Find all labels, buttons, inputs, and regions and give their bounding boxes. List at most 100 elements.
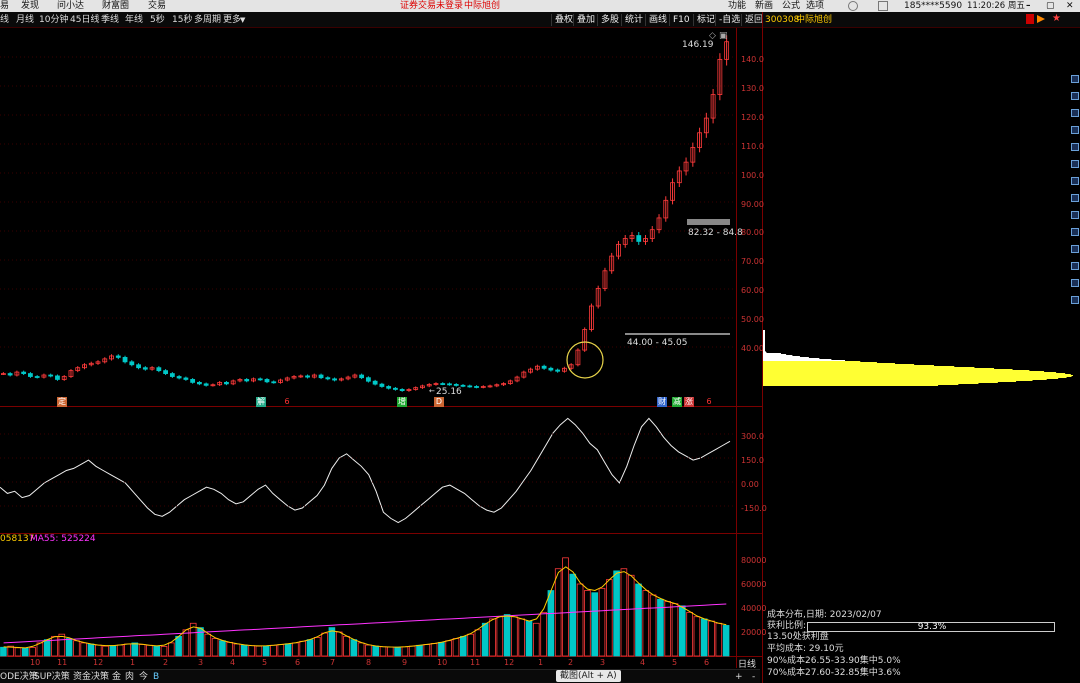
login-notice[interactable]: 证券交易未登录 [400,0,463,12]
bottom-tab[interactable]: SUP决策 [34,671,70,683]
period-tab[interactable]: 45日线 [70,14,99,26]
side-tool-icon[interactable] [1071,109,1079,117]
bottom-tab[interactable]: 资金决策 [73,671,109,683]
minimize-icon[interactable]: – [1026,0,1031,12]
candle-body [203,383,209,386]
volume-bar [270,644,277,657]
menu-item[interactable]: 公式 [782,0,800,12]
bottom-tab[interactable]: 肉 [125,671,134,683]
period-label[interactable]: 日线 [738,660,756,671]
side-tool-icon[interactable] [1071,211,1079,219]
tool-button[interactable]: F10 [669,14,690,26]
volume-bar [386,646,394,657]
user-icon[interactable] [848,1,858,11]
candle-body [55,375,60,380]
event-marker[interactable]: 涨 [684,397,694,407]
chevron-down-icon[interactable]: ▼ [240,14,245,26]
volume-bar [518,618,525,657]
side-tool-icon[interactable] [1071,177,1079,185]
menu-item[interactable]: 易 [0,0,9,12]
tool-button[interactable]: 返回 [741,14,763,26]
event-marker[interactable]: 增 [397,397,407,407]
side-tool-icon[interactable] [1071,92,1079,100]
side-tool-icon[interactable] [1071,279,1079,287]
tool-button[interactable]: 统计 [621,14,643,26]
tool-button[interactable]: 多股 [597,14,619,26]
x-tick: 8 [366,658,372,667]
clock: 11:20:26 周五 [967,1,1025,11]
side-tool-icon[interactable] [1071,245,1079,253]
period-tab[interactable]: 月线 [16,14,34,26]
event-marker[interactable]: D [434,397,444,407]
period-tab[interactable]: 年线 [125,14,143,26]
x-tick: 11 [470,658,481,667]
event-marker[interactable]: 6 [704,397,714,407]
more-dropdown[interactable]: 更多 [223,14,241,26]
event-marker[interactable]: 解 [256,397,266,407]
period-tab[interactable]: 多周期 [194,14,221,26]
menu-item[interactable]: 发现 [21,0,39,12]
chip-bar [763,369,1013,370]
account-id[interactable]: 185****5590 [904,0,962,12]
star-icon[interactable]: ★ [1052,13,1061,25]
side-tool-icon[interactable] [1071,296,1079,304]
side-tool-icon[interactable] [1071,75,1079,83]
menu-item[interactable]: 功能 [728,0,746,12]
zoom-in-button[interactable]: + [735,671,743,683]
tool-button[interactable]: -自选 [715,14,740,26]
volume-bar [430,643,438,657]
period-tab[interactable]: 10分钟 [39,14,68,26]
candle-body [325,377,331,380]
menu-item[interactable]: 选项 [806,0,824,12]
message-icon[interactable] [878,1,888,11]
volume-bar [408,645,416,657]
event-marker[interactable]: 6 [282,397,292,407]
side-tool-icon[interactable] [1071,160,1079,168]
maximize-icon[interactable]: ▢ [1046,0,1055,12]
volume-bar [255,645,263,657]
side-tool-icon[interactable] [1071,228,1079,236]
cost-distribution-panel: 成本分布,日期: 2023/02/07 获利比例: 93.3% 13.50处获利… [765,609,1080,683]
chip-bar [763,348,765,349]
bottom-tab[interactable]: 金 [112,671,121,683]
side-tool-icon[interactable] [1071,126,1079,134]
chip-bar [763,378,1059,379]
zoom-out-button[interactable]: - [752,671,755,683]
tool-button[interactable]: 叠加 [573,14,595,26]
bottom-tab[interactable]: B [153,671,159,683]
chip-distribution[interactable] [763,330,1080,392]
tool-button[interactable]: 标记 [693,14,715,26]
side-tool-icon[interactable] [1071,194,1079,202]
side-tool-icon[interactable] [1071,262,1079,270]
volume-bar [116,644,124,657]
menu-item[interactable]: 新画 [755,0,773,12]
period-tab[interactable]: 15秒 [172,14,192,26]
menu-item[interactable]: 交易 [148,0,166,12]
menu-item[interactable]: 问小达 [57,0,84,12]
square-icon[interactable]: ▣ [719,31,728,42]
tool-button[interactable]: 叠权 [551,14,573,26]
bottom-tab[interactable]: ODE决策 [0,671,38,683]
period-tab[interactable]: 5秒 [150,14,165,26]
event-marker[interactable]: 财 [657,397,667,407]
stock-header: 300308 中际旭创 ★ [762,12,1080,28]
period-tab[interactable]: 线 [0,14,9,26]
flag-icon[interactable] [1026,14,1034,24]
x-tick: 11 [57,658,68,667]
chip-bar [763,330,765,331]
event-marker[interactable]: 减 [672,397,682,407]
period-tab[interactable]: 季线 [101,14,119,26]
candle-body [305,375,310,378]
menu-item[interactable]: 财富圈 [102,0,129,12]
tool-button[interactable]: 画线 [645,14,667,26]
side-tool-icon[interactable] [1071,143,1079,151]
event-marker[interactable]: 定 [57,397,67,407]
play-icon[interactable] [1037,15,1045,23]
screenshot-hint[interactable]: 截图(Alt + A) [556,670,621,682]
chip-bar [763,362,877,363]
volume-bar [445,640,452,657]
bottom-tab[interactable]: 今 [139,671,148,683]
candle-body [379,383,385,387]
chip-bar [763,372,1057,373]
close-icon[interactable]: ✕ [1066,0,1074,12]
